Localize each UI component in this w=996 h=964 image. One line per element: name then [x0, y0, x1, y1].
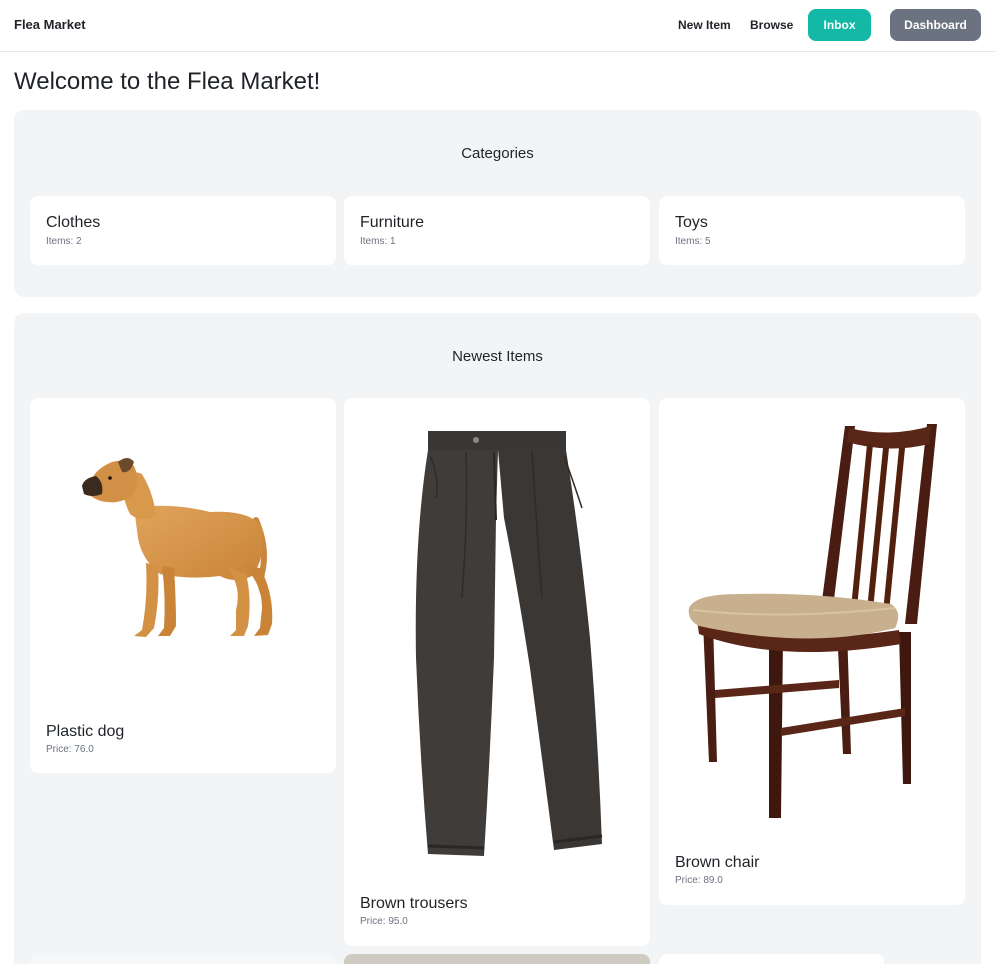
item-card-next-row[interactable] — [344, 954, 650, 964]
item-price: Price: 76.0 — [46, 744, 94, 755]
category-card-clothes[interactable]: Clothes Items: 2 — [30, 196, 336, 265]
categories-section: Categories Clothes Items: 2 Furniture It… — [14, 110, 981, 297]
top-navbar: Flea Market New Item Browse Inbox Dashbo… — [0, 0, 996, 52]
category-name: Toys — [675, 214, 708, 231]
item-card-brown-chair[interactable]: Brown chair Price: 89.0 — [659, 398, 965, 905]
brown-chair-image — [688, 424, 937, 818]
item-name: Plastic dog — [46, 723, 125, 740]
plastic-dog-image — [82, 458, 273, 637]
item-price: Price: 89.0 — [675, 875, 723, 886]
category-count: Items: 2 — [46, 236, 82, 247]
categories-heading: Categories — [461, 145, 534, 162]
category-card-furniture[interactable]: Furniture Items: 1 — [344, 196, 650, 265]
browse-link[interactable]: Browse — [750, 18, 793, 32]
item-card-brown-trousers[interactable]: Brown trousers Price: 95.0 — [344, 398, 650, 946]
category-count: Items: 5 — [675, 236, 711, 247]
brown-trousers-image — [415, 431, 603, 856]
item-name: Brown trousers — [360, 895, 468, 912]
item-card-plastic-dog[interactable]: Plastic dog Price: 76.0 — [30, 398, 336, 773]
category-card-toys[interactable]: Toys Items: 5 — [659, 196, 965, 265]
item-price: Price: 95.0 — [360, 916, 408, 927]
item-card-next-row[interactable] — [659, 954, 884, 964]
new-item-link[interactable]: New Item — [678, 18, 731, 32]
inbox-button[interactable]: Inbox — [808, 9, 871, 41]
page-title: Welcome to the Flea Market! — [14, 68, 321, 95]
item-card-next-row[interactable] — [30, 955, 336, 964]
newest-items-section: Newest Items Plastic dog Price: 76.0 Bro… — [14, 313, 981, 964]
newest-items-heading: Newest Items — [452, 348, 543, 365]
category-count: Items: 1 — [360, 236, 396, 247]
brand-logo-link[interactable]: Flea Market — [14, 17, 86, 32]
category-name: Clothes — [46, 214, 101, 231]
item-name: Brown chair — [675, 854, 760, 871]
dashboard-button[interactable]: Dashboard — [890, 9, 981, 41]
category-name: Furniture — [360, 214, 425, 231]
